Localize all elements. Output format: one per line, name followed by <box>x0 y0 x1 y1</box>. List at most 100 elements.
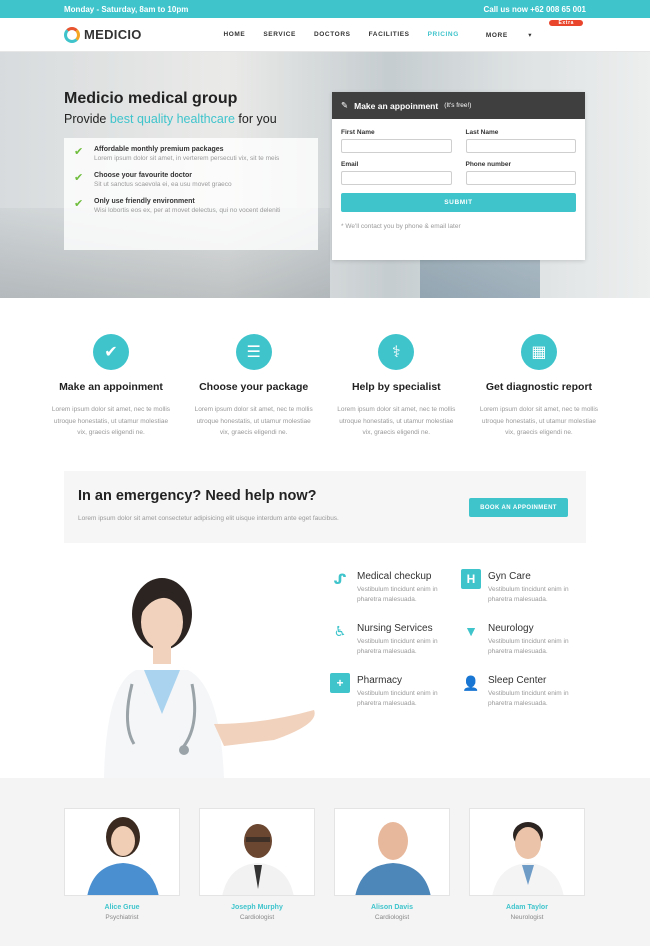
service-title: Sleep Center <box>488 675 547 686</box>
service-item[interactable]: ᔑ Medical checkup Vestibulum tincidunt e… <box>330 569 461 605</box>
step-item: ▦ Get diagnostic report Lorem ipsum dolo… <box>472 334 606 439</box>
service-desc: Vestibulum tincidunt enim in pharetra ma… <box>357 690 438 707</box>
team-name[interactable]: Alison Davis <box>334 904 450 911</box>
step-desc: Lorem ipsum dolor sit amet, nec te molli… <box>51 406 171 436</box>
last-name-input[interactable] <box>465 139 576 153</box>
step-item: ⚕ Help by specialist Lorem ipsum dolor s… <box>329 334 463 439</box>
team-card[interactable]: Joseph Murphy Cardiologist <box>199 808 315 921</box>
first-name-label: First Name <box>341 129 375 136</box>
service-item[interactable]: + Pharmacy Vestibulum tincidunt enim in … <box>330 673 461 709</box>
step-item: ☰ Choose your package Lorem ipsum dolor … <box>187 334 321 439</box>
nav-item-service[interactable]: SERVICE <box>254 31 305 39</box>
last-name-field-group: Last Name <box>465 129 576 153</box>
first-name-input[interactable] <box>341 139 452 153</box>
phone-field-group: Phone number <box>465 161 576 185</box>
nav-item-facilities[interactable]: FACILITIES <box>360 31 419 39</box>
top-bar: Monday - Saturday, 8am to 10pm Call us n… <box>0 0 650 18</box>
nav-item-doctors[interactable]: DOCTORS <box>305 31 360 39</box>
features-box: ✔ Affordable monthly premium packages Lo… <box>64 138 318 250</box>
service-item[interactable]: H Gyn Care Vestibulum tincidunt enim in … <box>461 569 592 605</box>
phone-label: Phone number <box>465 161 512 168</box>
service-title: Medical checkup <box>357 571 432 582</box>
phone-input[interactable] <box>465 171 576 185</box>
wheelchair-icon: ♿ <box>333 623 347 639</box>
navbar: MEDICIO HOME SERVICE DOCTORS FACILITIES … <box>0 18 650 52</box>
service-title: Pharmacy <box>357 675 403 686</box>
email-input[interactable] <box>341 171 452 185</box>
hero-title: Medicio medical group <box>64 90 238 107</box>
step-title: Help by specialist <box>351 381 441 393</box>
team-role: Psychiatrist <box>105 914 139 921</box>
step-desc: Lorem ipsum dolor sit amet, nec te molli… <box>337 406 456 436</box>
service-desc: Vestibulum tincidunt enim in pharetra ma… <box>488 586 569 603</box>
nav-item-home[interactable]: HOME <box>214 31 254 39</box>
feature-desc: Sit ut sanctus scaevola ei, ea usu movet… <box>94 181 232 188</box>
services-row: + Pharmacy Vestibulum tincidunt enim in … <box>330 673 592 709</box>
main-nav: HOME SERVICE DOCTORS FACILITIES PRICING … <box>214 19 586 39</box>
hero-section: Medicio medical group Provide best quali… <box>0 52 650 298</box>
check-icon: ✔ <box>93 334 129 370</box>
service-desc: Vestibulum tincidunt enim in pharetra ma… <box>488 690 569 707</box>
service-item[interactable]: ▼ Neurology Vestibulum tincidunt enim in… <box>461 621 592 657</box>
avatar <box>355 822 431 895</box>
form-title: Make an appoinment <box>354 100 439 111</box>
hero-subtitle-post: for you <box>234 112 277 126</box>
feature-title: Choose your favourite doctor <box>94 172 193 179</box>
filter-icon: ▼ <box>464 623 478 639</box>
nav-item-more-label: MORE <box>485 31 508 39</box>
service-title: Gyn Care <box>488 571 531 582</box>
edit-icon: ✎ <box>341 100 349 110</box>
logo[interactable]: MEDICIO <box>64 26 142 43</box>
hospital-icon: ▦ <box>520 334 557 370</box>
hero-subtitle: Provide best quality healthcare for you <box>64 112 277 126</box>
extra-badge: Extra <box>549 19 583 26</box>
logo-text: MEDICIO <box>84 27 142 42</box>
emergency-callout: In an emergency? Need help now? Lorem ip… <box>64 471 586 543</box>
team-role: Neurologist <box>510 914 544 921</box>
team-name[interactable]: Joseph Murphy <box>199 904 315 911</box>
appointment-form: ✎ Make an appoinment (It's free!) First … <box>332 92 585 260</box>
h-icon: H <box>461 569 481 589</box>
feature-item: ✔ Affordable monthly premium packages Lo… <box>74 146 318 162</box>
step-title: Choose your package <box>199 381 309 393</box>
check-icon: ✔ <box>74 198 84 210</box>
last-name-label: Last Name <box>465 129 499 136</box>
service-desc: Vestibulum tincidunt enim in pharetra ma… <box>488 638 569 655</box>
process-steps: ✔ Make an appoinment Lorem ipsum dolor s… <box>44 334 606 439</box>
chevron-down-icon: ▾ <box>528 31 533 39</box>
call-phone[interactable]: Call us now +62 008 65 001 <box>483 5 586 14</box>
team-name[interactable]: Alice Grue <box>64 904 180 911</box>
form-row-names: First Name Last Name <box>341 129 576 153</box>
feature-desc: Wisi lobortis eos ex, per at movet delec… <box>94 207 281 214</box>
team-photo <box>199 808 315 896</box>
team-section: Alice Grue Psychiatrist Joseph Murphy Ca… <box>0 778 650 946</box>
services-grid: ᔑ Medical checkup Vestibulum tincidunt e… <box>330 569 592 725</box>
check-icon: ✔ <box>74 146 84 158</box>
nav-item-more[interactable]: MORE ▾ Extra <box>468 19 586 39</box>
logo-ring-icon <box>64 26 80 43</box>
service-item[interactable]: 👤 Sleep Center Vestibulum tincidunt enim… <box>461 673 592 709</box>
email-label: Email <box>341 161 359 168</box>
submit-button[interactable]: SUBMIT <box>341 193 576 212</box>
team-card[interactable]: Alice Grue Psychiatrist <box>64 808 180 921</box>
feature-title: Affordable monthly premium packages <box>94 146 224 153</box>
book-appointment-button[interactable]: BOOK AN APPOINMENT <box>469 498 568 517</box>
team-photo <box>469 808 585 896</box>
team-name[interactable]: Adam Taylor <box>469 904 585 911</box>
team-card[interactable]: Alison Davis Cardiologist <box>334 808 450 921</box>
avatar <box>222 824 294 895</box>
stethoscope-icon: ᔑ <box>333 571 347 587</box>
service-item[interactable]: ♿ Nursing Services Vestibulum tincidunt … <box>330 621 461 657</box>
team-role: Cardiologist <box>374 914 410 921</box>
feature-desc: Lorem ipsum dolor sit amet, in verterem … <box>94 155 280 162</box>
email-field-group: Email <box>341 161 452 185</box>
feature-item: ✔ Choose your favourite doctor Sit ut sa… <box>74 172 318 188</box>
team-photo <box>334 808 450 896</box>
form-note: * We'll contact you by phone & email lat… <box>341 223 461 230</box>
hero-subtitle-pre: Provide <box>64 112 110 126</box>
feature-title: Only use friendly environment <box>94 198 195 205</box>
feature-item: ✔ Only use friendly environment Wisi lob… <box>74 198 318 214</box>
nav-item-pricing[interactable]: PRICING <box>419 31 468 39</box>
team-card[interactable]: Adam Taylor Neurologist <box>469 808 585 921</box>
plus-icon: + <box>330 673 350 693</box>
